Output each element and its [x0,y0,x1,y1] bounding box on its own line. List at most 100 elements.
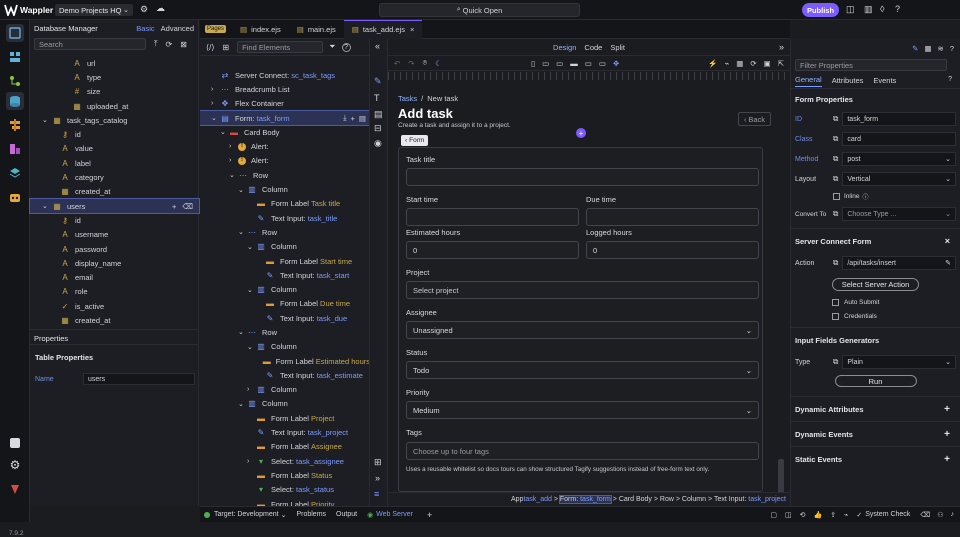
project-input[interactable]: Select project [406,281,759,299]
chevron-right-icon[interactable]: › [229,157,238,164]
flow-icon[interactable]: ⌁ [725,59,730,68]
web-server-status[interactable]: Web Server [376,511,413,518]
editor-tab[interactable]: ▤ index.ejs [232,20,289,39]
tree-item[interactable]: ⌄ ⋯ Row [200,225,369,239]
action-input[interactable]: /api/tasks/insert ✎ [842,256,956,270]
db-field-item[interactable]: Apassword [30,242,199,256]
db-field-item[interactable]: ⚷ id [30,127,199,141]
delete-table-icon[interactable]: ⌫ [182,202,193,211]
text-tool-icon[interactable]: T [374,93,380,103]
tree-item[interactable]: ⇄ Server Connect: sc_task_tags [200,68,369,82]
target-selector[interactable]: Target: Development [214,511,279,518]
refresh-design-icon[interactable]: ⟳ [750,59,756,68]
tree-item[interactable]: ▬ Form Label Task title [200,197,369,211]
tree-item[interactable]: ▬ Form Label Due time [200,297,369,311]
db-field-item[interactable]: ▦ created_at [30,313,199,327]
db-field-item[interactable]: ▦ created_at [30,185,199,199]
tree-item[interactable]: ✎ Text Input: task_project [200,425,369,439]
filter-properties-input[interactable]: Filter Properties [795,59,947,71]
settings-gear-icon[interactable]: ⚙ [6,456,24,474]
gear-icon[interactable]: ⚙ [140,4,148,15]
grid-icon[interactable]: ⊞ [374,457,382,468]
bind-icon[interactable]: ⧉ [833,134,838,144]
sync-icon[interactable]: ⟲ [800,511,806,519]
robot-icon[interactable] [6,188,24,206]
chevron-down-icon[interactable]: ⌄ [238,328,247,336]
chevron-down-icon[interactable]: ⌄ [238,228,247,236]
redo-icon[interactable]: ↷ [408,59,414,68]
tree-item[interactable]: ⌄ ▤ Form: task_form ⤓ + ▤ [200,109,369,127]
publish-button[interactable]: Publish [802,3,839,17]
system-check-button[interactable]: System Check [865,511,910,518]
add-icon[interactable]: + [427,510,432,520]
mobile-icon[interactable]: ▯ [531,59,535,68]
pencil-icon[interactable]: ✎ [945,259,951,267]
clipboard-icon[interactable]: ▤ [374,109,383,120]
db-field-item[interactable]: Arole [30,285,199,299]
help-icon[interactable]: ? [950,44,954,53]
delete-icon[interactable]: ⊠ [180,40,187,49]
signpost-icon[interactable] [6,116,24,134]
laptop-icon[interactable]: ▬ [570,59,578,68]
logged-hours-input[interactable]: 0 [586,241,759,259]
back-button[interactable]: ‹ Back [737,112,771,126]
path-segment[interactable]: Text Input: task_project [714,496,786,503]
start-time-input[interactable] [406,208,579,226]
resources-icon[interactable] [6,140,24,158]
collapse-right-icon[interactable]: » [779,42,784,52]
tree-item[interactable]: ▬ Form Label Status [200,468,369,482]
blocks-icon[interactable]: ▦ [736,59,743,68]
tree-item[interactable]: ▬ Form Label Estimated hours [200,354,369,368]
status-select[interactable]: Todo ⌄ [406,361,759,379]
eye-icon[interactable]: ◉ [374,138,382,149]
mode-basic-tab[interactable]: Basic [136,24,154,33]
chevron-right-icon[interactable]: › [229,143,238,150]
db-field-item[interactable]: Avalue [30,142,199,156]
tablet-icon[interactable]: ▭ [542,59,549,68]
expand-plus-icon[interactable]: + [944,454,950,465]
tree-item[interactable]: › ▥ Column [200,383,369,397]
grid-props-icon[interactable]: ▦ [924,44,931,53]
bind-icon[interactable]: ⧉ [833,209,838,219]
tree-item[interactable]: ⌄ ▥ Column [200,282,369,296]
tree-item[interactable]: ›! Alert: [200,139,369,153]
people-icon[interactable]: ⚇ [937,511,943,519]
id-input[interactable]: task_form [842,112,956,126]
refresh-icon[interactable]: ⟳ [166,40,173,49]
db-table-item[interactable]: ⌄ ▦ users + ⌫ [29,197,200,215]
tree-item[interactable]: ⌄ ⋯ Row [200,325,369,339]
pages-icon[interactable] [6,24,24,42]
find-elements-input[interactable]: Find Elements [237,41,324,53]
task-title-input[interactable] [406,168,759,186]
eraser-icon[interactable]: ⌫ [920,511,930,519]
droplet-icon[interactable]: ◊ [880,4,884,14]
path-segment[interactable]: Card Body [619,496,652,503]
close-tab-icon[interactable]: × [410,25,414,34]
moon-icon[interactable]: ☾ [435,59,442,68]
bind-icon[interactable]: ⧉ [833,154,838,164]
db-field-item[interactable]: Atype [30,70,199,84]
tree-item[interactable]: › ✥ Flex Container [200,97,369,111]
window-icon[interactable]: ▣ [764,59,771,68]
editor-tab[interactable]: ▤ main.ejs [289,20,344,39]
tree-item[interactable]: ⌄ ▥ Column [200,397,369,411]
bind-icon[interactable]: ⧉ [833,357,838,367]
move-icon[interactable]: ✥ [613,59,619,68]
properties-tab[interactable]: Events [873,76,896,85]
tablet-landscape-icon[interactable]: ▭ [556,59,563,68]
tree-item[interactable]: ⌄ ▬ Card Body [200,125,369,139]
tree-item[interactable]: ✎ Text Input: task_title [200,211,369,225]
path-segment[interactable]: Form: task_form [558,495,612,504]
chevron-down-icon[interactable]: ⌄ [220,128,229,136]
view-mode-tab[interactable]: Split [610,43,625,52]
wide-icon[interactable]: ▭ [599,59,606,68]
tree-item[interactable]: ⌄ ▥ Column [200,182,369,196]
due-time-input[interactable] [586,208,759,226]
close-icon[interactable]: × [945,236,950,246]
quick-open-button[interactable]: ⌕ Quick Open [379,3,580,17]
workflow-icon[interactable] [6,72,24,90]
expand-plus-icon[interactable]: + [944,429,950,440]
trash-icon[interactable]: ⊟ [374,123,382,134]
camera-icon[interactable]: ⌾ [423,58,428,68]
tree-item[interactable]: › ⋯ Breadcrumb List [200,82,369,96]
